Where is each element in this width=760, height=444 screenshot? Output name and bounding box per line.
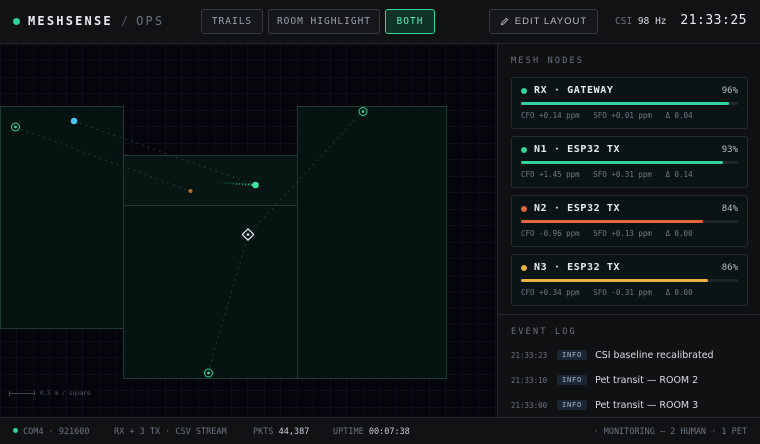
packet-count: PKTS 44,387 [253, 427, 309, 437]
serial-port-status: COM4 · 921600 [13, 427, 90, 437]
uptime-value: 00:07:38 [368, 427, 410, 437]
edit-layout-label: EDIT LAYOUT [514, 16, 588, 27]
uptime: UPTIME 00:07:38 [333, 427, 410, 437]
event-log-row: 21:33:00 INFO Pet transit — ROOM 3 [511, 399, 698, 411]
app-subtitle: OPS [136, 14, 165, 28]
node-signal-bar [521, 161, 738, 164]
csi-label: CSI [615, 16, 633, 27]
event-log-title: EVENT LOG [511, 327, 577, 337]
node-stats: CFO +1.45 ppm SFO +0.31 ppm Δ 0.14 [521, 170, 693, 179]
event-message: Pet transit — ROOM 2 [595, 374, 699, 386]
node-signal-bar [521, 102, 738, 105]
node-name: N2 · ESP32 TX [534, 203, 621, 214]
mesh-nodes-title: MESH NODES [511, 56, 585, 66]
side-panel: MESH NODES RX · GATEWAY 96% CFO +0.14 pp… [497, 44, 760, 417]
node-card[interactable]: N2 · ESP32 TX 84% CFO -0.96 ppm SFO +0.1… [511, 195, 748, 247]
app-title: MESHSENSE [28, 14, 113, 28]
node-signal-bar [521, 279, 738, 282]
event-level-badge: INFO [557, 375, 588, 385]
node-card[interactable]: N1 · ESP32 TX 93% CFO +1.45 ppm SFO +0.3… [511, 136, 748, 188]
csi-rate: CSI 98 Hz [615, 16, 667, 27]
top-bar: MESHSENSE / OPS TRAILS ROOM HIGHLIGHT BO… [0, 0, 760, 44]
mode-room-highlight-button[interactable]: ROOM HIGHLIGHT [268, 9, 380, 34]
clock: 21:33:25 [680, 13, 747, 28]
room-3[interactable] [123, 205, 298, 379]
uptime-label: UPTIME [333, 427, 364, 437]
node-stats: CFO +0.34 ppm SFO -0.31 ppm Δ 0.00 [521, 288, 693, 297]
room-4[interactable] [297, 106, 447, 379]
map-scale: 0.5 m / square [9, 390, 91, 397]
event-level-badge: INFO [557, 400, 588, 410]
node-signal-bar [521, 220, 738, 223]
node-signal-fill [521, 102, 730, 105]
status-bar: COM4 · 921600 RX + 3 TX · CSV STREAM PKT… [0, 417, 760, 444]
packet-count-label: PKTS [253, 427, 274, 437]
node-status-dot-icon [521, 265, 527, 271]
node-card[interactable]: RX · GATEWAY 96% CFO +0.14 ppm SFO +0.01… [511, 77, 748, 129]
mode-trails-button[interactable]: TRAILS [201, 9, 263, 34]
person-marker-icon[interactable] [252, 181, 259, 189]
pet-marker-icon[interactable] [188, 189, 193, 193]
title-separator: / [120, 14, 129, 28]
node-signal-pct: 96% [721, 86, 738, 96]
pencil-icon [500, 17, 509, 26]
node-status-dot-icon [521, 88, 527, 94]
event-time: 21:33:00 [511, 400, 548, 410]
scale-label: 0.5 m / square [40, 390, 91, 397]
room-1[interactable] [0, 106, 124, 329]
csi-rate-value: 98 Hz [637, 16, 667, 27]
mode-both-button[interactable]: BOTH [385, 9, 435, 34]
connection-dot-icon [13, 428, 18, 433]
node-stats: CFO +0.14 ppm SFO +0.01 ppm Δ 0.04 [521, 111, 693, 120]
room-2[interactable] [123, 155, 298, 206]
node-name: N3 · ESP32 TX [534, 262, 621, 273]
scale-bar-icon [9, 391, 35, 396]
node-name: N1 · ESP32 TX [534, 144, 621, 155]
node-signal-fill [521, 279, 708, 282]
panel-divider [498, 314, 760, 315]
node-signal-pct: 93% [721, 145, 738, 155]
node-card[interactable]: N3 · ESP32 TX 86% CFO +0.34 ppm SFO -0.3… [511, 254, 748, 306]
event-log-row: 21:33:23 INFO CSI baseline recalibrated [511, 349, 714, 361]
status-dot-icon [13, 17, 20, 25]
edit-layout-button[interactable]: EDIT LAYOUT [489, 9, 598, 34]
event-message: CSI baseline recalibrated [595, 349, 714, 361]
stream-info: RX + 3 TX · CSV STREAM [114, 427, 227, 437]
node-signal-fill [521, 220, 704, 223]
packet-count-value: 44,387 [278, 427, 310, 437]
node-status-dot-icon [521, 147, 527, 153]
brand: MESHSENSE / OPS [13, 14, 164, 28]
monitoring-summary: · MONITORING — 2 HUMAN · 1 PET [593, 427, 747, 437]
serial-port: COM4 · 921600 [23, 427, 90, 437]
node-name: RX · GATEWAY [534, 85, 614, 96]
event-time: 21:33:23 [511, 350, 548, 360]
event-level-badge: INFO [557, 350, 588, 360]
event-time: 21:33:10 [511, 375, 548, 385]
event-message: Pet transit — ROOM 3 [595, 399, 699, 411]
event-log-row: 21:33:10 INFO Pet transit — ROOM 2 [511, 374, 698, 386]
node-signal-pct: 84% [721, 204, 738, 214]
floor-map-canvas[interactable] [0, 44, 497, 417]
node-signal-fill [521, 161, 723, 164]
node-stats: CFO -0.96 ppm SFO +0.13 ppm Δ 0.00 [521, 229, 693, 238]
floor-map[interactable]: 0.5 m / square [0, 44, 497, 417]
node-signal-pct: 86% [721, 263, 738, 273]
node-status-dot-icon [521, 206, 527, 212]
person-marker-icon[interactable] [70, 117, 78, 125]
